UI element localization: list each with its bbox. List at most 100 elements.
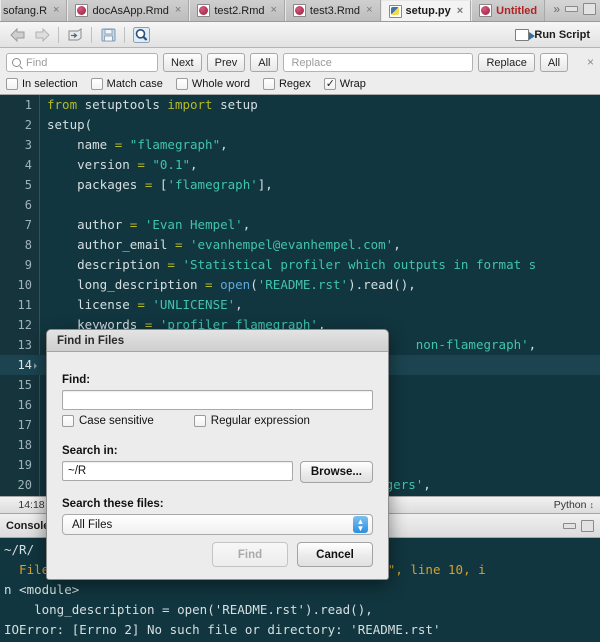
search-files-selected-value: All Files (72, 518, 113, 531)
show-in-new-window-button[interactable] (63, 25, 87, 45)
option-label: Wrap (339, 78, 366, 90)
code-line: 9 description = 'Statistical profiler wh… (0, 255, 600, 275)
fold-arrow-icon[interactable] (34, 363, 37, 369)
option-label: Case sensitive (79, 415, 154, 427)
tab-label: test3.Rmd (309, 4, 361, 17)
save-disk-icon (101, 28, 115, 41)
forward-button[interactable] (30, 25, 54, 45)
line-text: license = 'UNLICENSE', (47, 297, 243, 312)
tab-test3-rmd[interactable]: test3.Rmd × (284, 0, 381, 21)
python-icon (388, 4, 402, 18)
chevron-updown-icon: ↕ (589, 499, 595, 510)
console-line: IOError: [Errno 2] No such file or direc… (4, 622, 441, 637)
search-in-input[interactable]: ~/R (62, 461, 293, 481)
console-line: long_description = open('README.rst').re… (4, 602, 373, 617)
dialog-title: Find in Files (57, 334, 125, 347)
tab-label: Untitled (496, 4, 538, 17)
line-text: from setuptools import setup (47, 97, 258, 112)
option-regex[interactable]: Regex (262, 78, 311, 90)
search-files-select[interactable]: All Files ▲ ▼ (62, 514, 373, 535)
back-arrow-icon (10, 27, 25, 42)
rmarkdown-icon (479, 4, 493, 17)
find-next-button[interactable]: Next (163, 53, 202, 72)
search-in-label: Search in: (62, 445, 118, 457)
tab-label: docAsApp.Rmd (92, 4, 169, 17)
replace-button[interactable]: Replace (478, 53, 535, 72)
checkbox[interactable] (90, 78, 103, 90)
line-number: 7 (24, 218, 32, 232)
run-script-label: Run Script (534, 28, 590, 41)
back-button[interactable] (6, 25, 30, 45)
close-icon[interactable]: × (457, 5, 463, 17)
option-wrap[interactable]: Wrap (323, 77, 366, 91)
dialog-footer: Find Cancel (212, 542, 373, 567)
replace-input[interactable]: Replace (283, 53, 474, 72)
line-text: setup( (47, 117, 93, 132)
dialog-title-bar[interactable]: Find in Files (47, 330, 388, 352)
code-line: 6 (0, 195, 600, 215)
console-line: n <module> (4, 582, 80, 597)
line-number: 11 (17, 298, 32, 312)
find-input-placeholder: Find (26, 56, 48, 69)
line-number: 13 (17, 338, 32, 352)
close-icon[interactable]: × (366, 5, 372, 16)
tab-setup-py[interactable]: setup.py × (380, 0, 472, 21)
new-window-icon (68, 28, 82, 41)
tab-docasapp-rmd[interactable]: docAsApp.Rmd × (67, 0, 190, 21)
minimize-pane-icon[interactable] (565, 6, 578, 12)
option-in-selection[interactable]: In selection (6, 78, 78, 90)
find-all-button[interactable]: All (250, 53, 279, 72)
language-label: Python (553, 499, 587, 511)
checkbox[interactable] (323, 77, 336, 91)
line-number: 4 (24, 158, 32, 172)
line-number: 16 (17, 398, 32, 412)
tab-untitled[interactable]: Untitled (471, 0, 546, 21)
line-text: description = 'Statistical profiler whic… (47, 257, 537, 272)
dialog-regular-expression-option[interactable]: Regular expression (193, 415, 310, 427)
save-button[interactable] (96, 25, 120, 45)
code-line: 4 version = "0.1", (0, 155, 600, 175)
tab-test2-rmd[interactable]: test2.Rmd × (189, 0, 285, 21)
editor-toolbar: Run Script (0, 22, 600, 48)
toolbar-divider (124, 26, 125, 43)
dialog-find-input[interactable] (62, 390, 373, 410)
close-icon[interactable]: × (270, 5, 276, 16)
browse-button[interactable]: Browse... (299, 461, 373, 483)
run-script-button[interactable]: Run Script (515, 28, 594, 41)
close-icon[interactable]: × (175, 5, 181, 16)
dialog-cancel-button[interactable]: Cancel (297, 542, 373, 567)
close-icon[interactable]: × (53, 5, 59, 16)
minimize-pane-icon[interactable] (563, 522, 576, 529)
maximize-pane-icon[interactable] (581, 519, 594, 532)
find-input[interactable]: Find (6, 53, 158, 72)
find-replace-button[interactable] (129, 25, 153, 45)
language-selector[interactable]: Python ↕ (554, 499, 600, 511)
checkbox[interactable] (62, 415, 74, 427)
option-match-case[interactable]: Match case (90, 78, 163, 90)
line-number: 19 (17, 458, 32, 472)
option-label: Regex (278, 78, 311, 90)
close-find-bar-icon[interactable]: × (587, 55, 594, 69)
code-line: 1 from setuptools import setup (0, 95, 600, 115)
tab-label: test2.Rmd (214, 4, 265, 17)
chevron-updown-icon[interactable]: ▲ ▼ (353, 516, 368, 533)
line-number: 3 (24, 138, 32, 152)
find-field-label: Find: (62, 374, 91, 386)
search-files-label: Search these files: (62, 498, 164, 510)
option-whole-word[interactable]: Whole word (175, 78, 250, 90)
checkbox[interactable] (262, 78, 275, 90)
tab-overflow-icon[interactable]: » (553, 2, 560, 16)
maximize-pane-icon[interactable] (583, 3, 596, 15)
find-prev-button[interactable]: Prev (206, 53, 246, 72)
line-number: 17 (17, 418, 32, 432)
tab-label: setup.py (405, 5, 451, 17)
checkbox[interactable] (6, 78, 18, 90)
tab-sofang-r[interactable]: sofang.R × (0, 0, 68, 21)
dialog-find-button[interactable]: Find (212, 542, 288, 567)
option-label: Match case (106, 78, 163, 90)
dialog-case-sensitive-option[interactable]: Case sensitive (62, 415, 154, 427)
replace-all-button[interactable]: All (539, 53, 569, 72)
checkbox[interactable] (193, 415, 206, 427)
code-line: 11 license = 'UNLICENSE', (0, 295, 600, 315)
checkbox[interactable] (175, 78, 188, 90)
